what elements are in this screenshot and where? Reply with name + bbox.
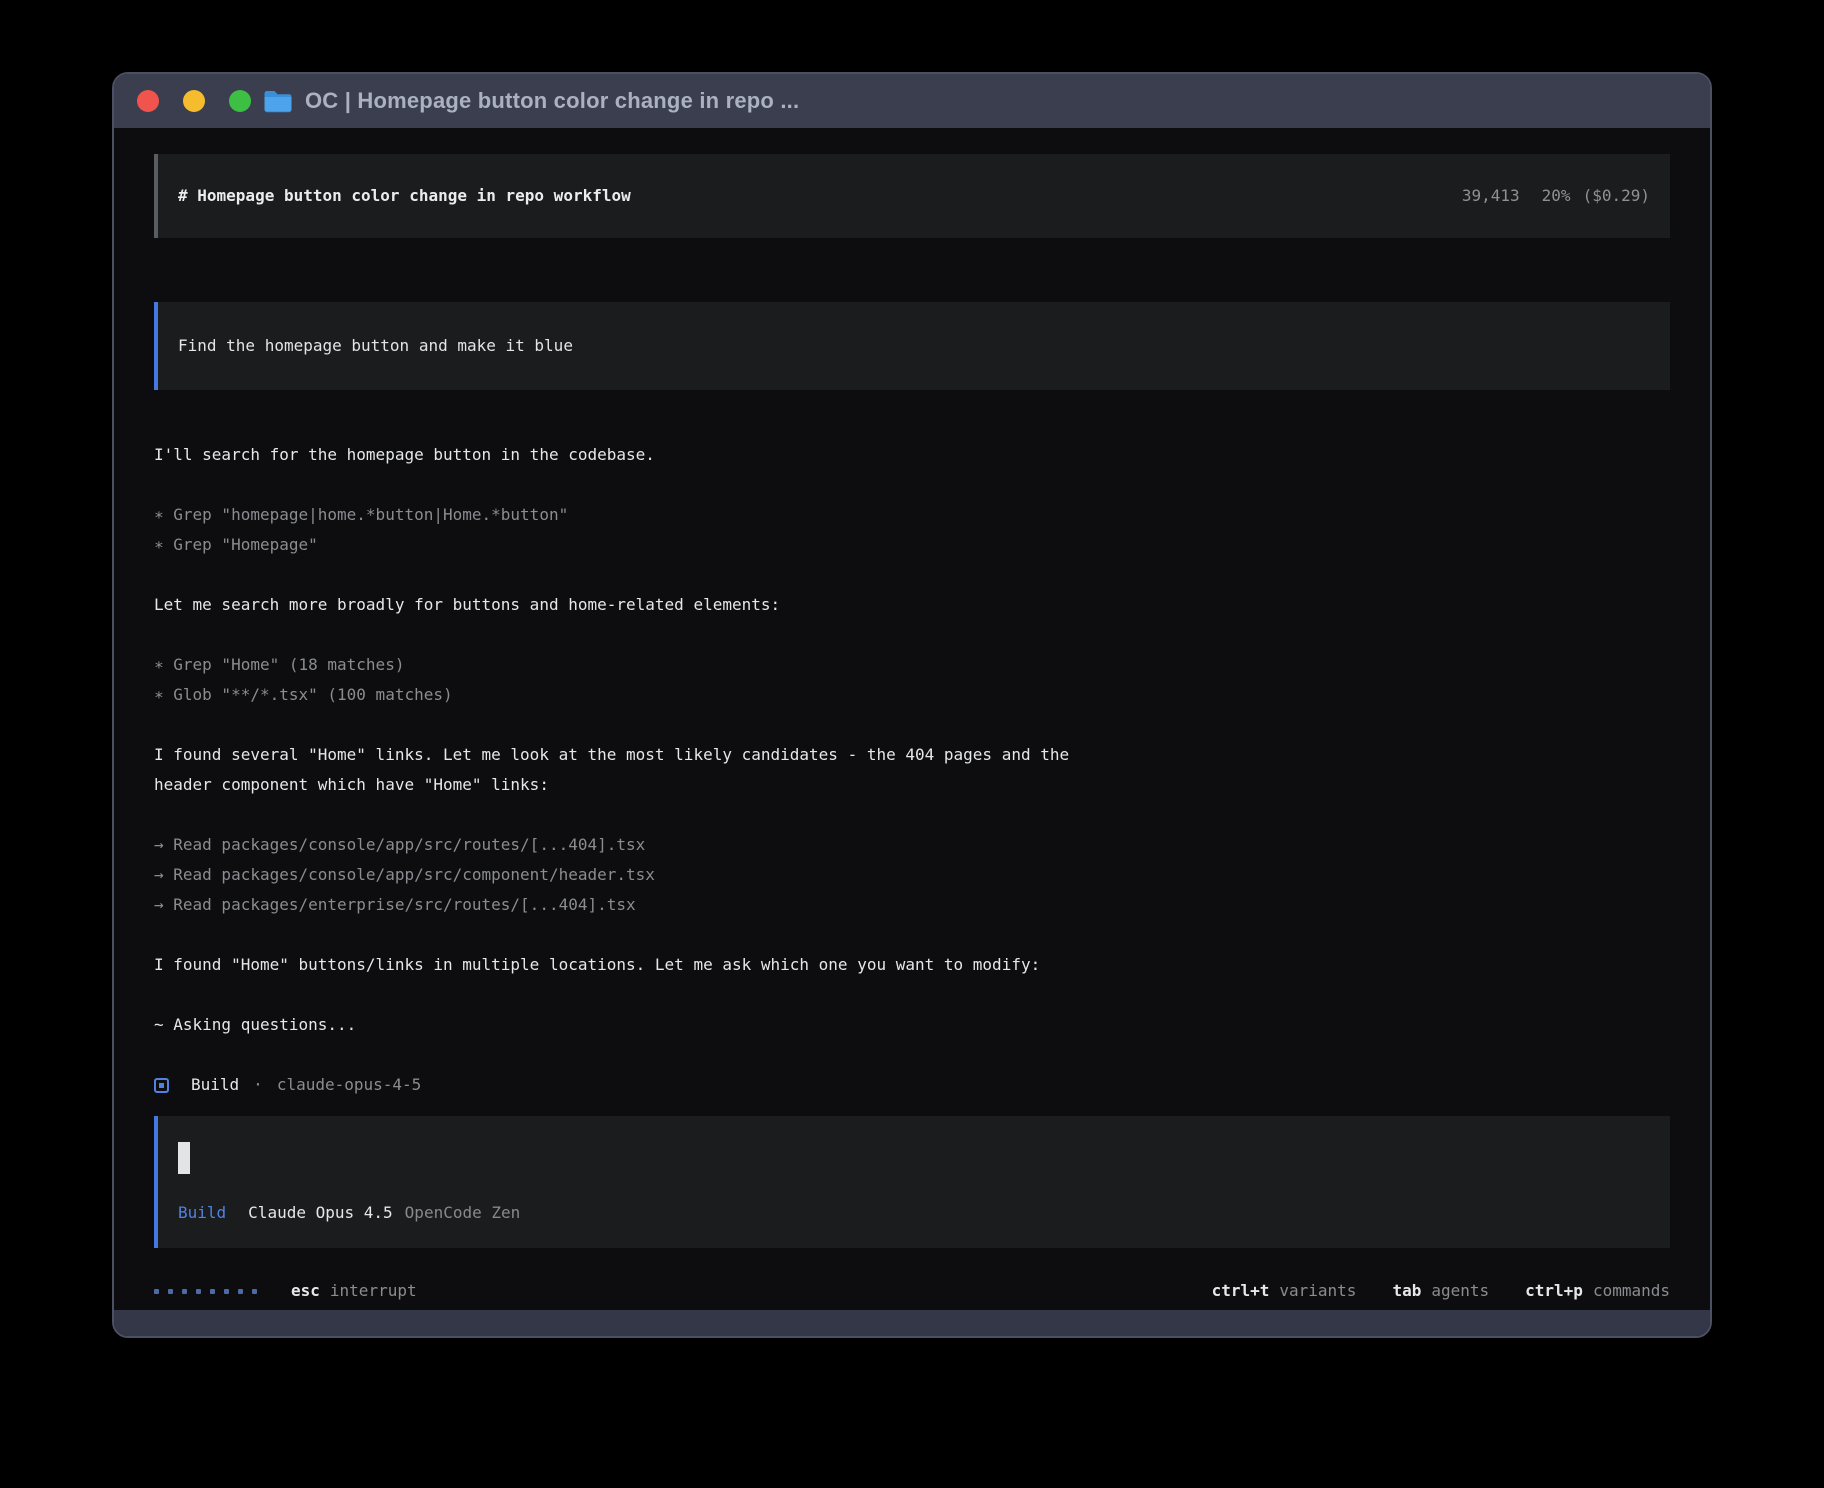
agent-name: Build <box>191 1070 239 1100</box>
window-footer <box>114 1310 1710 1336</box>
status-left-hints: esc interrupt <box>291 1276 417 1306</box>
spinner-dot <box>224 1289 229 1294</box>
input-meta-row: Build Claude Opus 4.5 OpenCode Zen <box>178 1198 1650 1228</box>
shortcut-hint: ctrl+t variants <box>1212 1276 1357 1306</box>
session-title: # Homepage button color change in repo w… <box>178 181 631 211</box>
assistant-text-block: I found "Home" buttons/links in multiple… <box>154 950 1670 980</box>
prompt-input[interactable]: Build Claude Opus 4.5 OpenCode Zen <box>154 1116 1670 1248</box>
status-bar-left: esc interrupt <box>154 1276 417 1306</box>
shortcut-label: variants <box>1279 1281 1356 1300</box>
spinner-dot <box>210 1289 215 1294</box>
text-cursor <box>178 1142 190 1174</box>
tool-call-line: → Read packages/enterprise/src/routes/[.… <box>154 890 1670 920</box>
assistant-text-line: I found "Home" buttons/links in multiple… <box>154 950 1670 980</box>
status-right-hints: ctrl+t variants tab agents ctrl+p commands <box>1212 1276 1670 1306</box>
shortcut-hint: ctrl+p commands <box>1525 1276 1670 1306</box>
tool-call-line: ∗ Grep "Homepage" <box>154 530 1670 560</box>
status-bar: escinterrupt ctrl+tvariantstabagentsctrl… <box>154 1276 1670 1306</box>
tool-call-block: ∗ Grep "Home" (18 matches)∗ Glob "**/*.t… <box>154 650 1670 710</box>
agent-mode-label[interactable]: Build <box>178 1198 226 1228</box>
window-titlebar[interactable]: OC | Homepage button color change in rep… <box>114 74 1710 128</box>
shortcut-hint: esc interrupt <box>291 1276 417 1306</box>
minimize-button[interactable] <box>183 90 205 112</box>
shortcut-key: esc <box>291 1281 320 1300</box>
spinner-dot <box>196 1289 201 1294</box>
model-label: Claude Opus 4.5 <box>248 1198 393 1228</box>
assistant-text-line: header component which have "Home" links… <box>154 770 1670 800</box>
terminal-window: OC | Homepage button color change in rep… <box>112 72 1712 1338</box>
assistant-text-line: I found several "Home" links. Let me loo… <box>154 740 1670 770</box>
assistant-text-block: Let me search more broadly for buttons a… <box>154 590 1670 620</box>
conversation-log: I'll search for the homepage button in t… <box>154 440 1670 1040</box>
user-message-text: Find the homepage button and make it blu… <box>178 331 573 361</box>
spinner-dot <box>154 1289 159 1294</box>
spinner-dot <box>238 1289 243 1294</box>
traffic-lights <box>137 90 251 112</box>
session-stats: 39,413 20% ($0.29) <box>1462 181 1650 211</box>
terminal-content: # Homepage button color change in repo w… <box>114 128 1710 1310</box>
tool-call-line: → Read packages/console/app/src/componen… <box>154 860 1670 890</box>
shortcut-key: tab <box>1392 1281 1421 1300</box>
assistant-text-block: I'll search for the homepage button in t… <box>154 440 1670 470</box>
agent-model: claude-opus-4-5 <box>277 1070 422 1100</box>
assistant-text-block: I found several "Home" links. Let me loo… <box>154 740 1670 800</box>
window-title: OC | Homepage button color change in rep… <box>305 88 799 114</box>
shortcut-key: ctrl+t <box>1212 1281 1270 1300</box>
spinner-dot <box>168 1289 173 1294</box>
token-count: 39,413 <box>1462 181 1520 211</box>
spinner-dots <box>154 1289 257 1294</box>
tool-call-line: ∗ Glob "**/*.tsx" (100 matches) <box>154 680 1670 710</box>
close-button[interactable] <box>137 90 159 112</box>
folder-icon <box>263 89 293 113</box>
shortcut-label: interrupt <box>330 1281 417 1300</box>
tool-call-line: ∗ Grep "Home" (18 matches) <box>154 650 1670 680</box>
assistant-text-line: ~ Asking questions... <box>154 1010 1670 1040</box>
context-percent: 20% <box>1542 181 1571 211</box>
session-header: # Homepage button color change in repo w… <box>154 154 1670 238</box>
tool-call-block: ∗ Grep "homepage|home.*button|Home.*butt… <box>154 500 1670 560</box>
shortcut-label: commands <box>1593 1281 1670 1300</box>
shortcut-hint: tab agents <box>1392 1276 1489 1306</box>
session-cost: ($0.29) <box>1583 181 1650 211</box>
user-message: Find the homepage button and make it blu… <box>154 302 1670 390</box>
tool-call-block: → Read packages/console/app/src/routes/[… <box>154 830 1670 920</box>
shortcut-key: ctrl+p <box>1525 1281 1583 1300</box>
build-agent-icon <box>154 1078 169 1093</box>
spinner-dot <box>182 1289 187 1294</box>
assistant-text-line: Let me search more broadly for buttons a… <box>154 590 1670 620</box>
tool-call-line: ∗ Grep "homepage|home.*button|Home.*butt… <box>154 500 1670 530</box>
spinner-dot <box>252 1289 257 1294</box>
provider-label: OpenCode Zen <box>405 1198 521 1228</box>
agent-status-row: Build · claude-opus-4-5 <box>154 1070 1670 1100</box>
zoom-button[interactable] <box>229 90 251 112</box>
tool-call-line: → Read packages/console/app/src/routes/[… <box>154 830 1670 860</box>
agent-separator: · <box>253 1070 263 1100</box>
assistant-text-line: I'll search for the homepage button in t… <box>154 440 1670 470</box>
shortcut-label: agents <box>1431 1281 1489 1300</box>
assistant-text-block: ~ Asking questions... <box>154 1010 1670 1040</box>
